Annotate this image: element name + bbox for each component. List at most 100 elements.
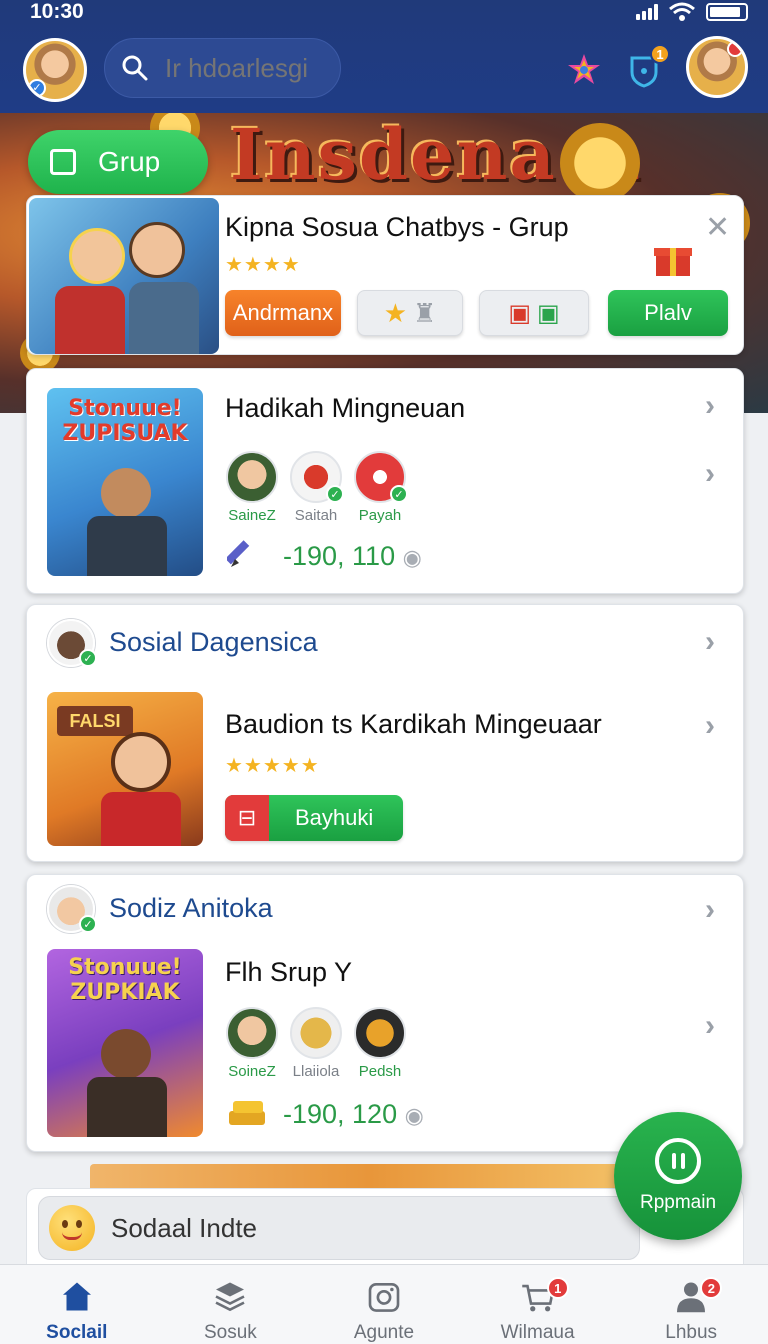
score-value: -190, 120 (283, 1099, 398, 1129)
nav-item-sosuk[interactable]: Sosuk (154, 1265, 308, 1344)
group-title: Hadikah Mingneuan (225, 393, 466, 423)
member-name: Llaiiola (292, 1063, 340, 1080)
section-action-label: Bayhuki (295, 805, 374, 830)
nav-label: Lhbus (665, 1322, 718, 1343)
coin-icon: ◉ (404, 1103, 424, 1128)
signal-icon (636, 4, 658, 20)
search-input[interactable] (165, 52, 335, 84)
member-item[interactable]: Llaiiola (287, 1007, 345, 1080)
character-body (129, 282, 199, 354)
rating-stars: ★★★★ (225, 254, 301, 276)
nav-label: Agunte (353, 1322, 415, 1343)
member-name: SoineZ (228, 1063, 276, 1080)
section-title: Sodiz Anitoka (109, 893, 273, 923)
search-icon (122, 55, 148, 81)
fab-label: Rppmain (639, 1192, 717, 1213)
character-image (101, 468, 151, 518)
chevron-right-icon[interactable]: › (705, 457, 715, 491)
nav-item-wilmaua[interactable]: 1 Wilmaua (461, 1265, 615, 1344)
group-button[interactable]: Grup (28, 130, 208, 194)
featured-thumbnail (29, 198, 219, 354)
coin-icon: ◉ (402, 545, 422, 570)
banner-strip (90, 1164, 650, 1190)
chevron-right-icon[interactable]: › (705, 389, 715, 423)
member-item[interactable]: ✓ Payah (351, 451, 409, 524)
bookmark-icon: ⊟ (225, 795, 269, 841)
chevron-right-icon[interactable]: › (705, 625, 715, 659)
gifts-button[interactable]: ▣ ▣ (479, 290, 589, 336)
section-title: Sosial Dagensica (109, 627, 318, 657)
search-bar[interactable] (104, 38, 341, 98)
nav-item-social[interactable]: Soclail (0, 1265, 154, 1344)
member-name: Saitah (294, 507, 338, 524)
character-body (87, 516, 167, 576)
status-bar: 10:30 (0, 0, 768, 26)
group-title: Flh Srup Y (225, 957, 353, 987)
coins-icon (229, 1101, 265, 1125)
featured-primary-button[interactable]: Andrmanx (225, 290, 341, 336)
close-icon[interactable]: ✕ (705, 210, 730, 245)
score-value: -190, 110 (283, 541, 396, 571)
member-avatar (354, 1007, 406, 1059)
member-item[interactable]: Pedsh (351, 1007, 409, 1080)
verified-badge-icon: ✓ (28, 79, 46, 97)
nav-label: Sosuk (203, 1322, 257, 1343)
notifications-button[interactable]: 1 (626, 44, 670, 92)
member-item[interactable]: ✓ Saitah (287, 451, 345, 524)
bottom-navigation: Soclail Sosuk Agunte 1 Wilmaua 2 Lhbus (0, 1264, 768, 1344)
group-icon (50, 149, 76, 175)
member-avatar (226, 451, 278, 503)
section-card[interactable]: ✓ Sodiz Anitoka › Stonuue! ZUPKIAK Flh S… (26, 874, 744, 1152)
group-button-label: Grup (98, 146, 161, 177)
notification-count-badge: 1 (650, 44, 670, 64)
social-indicator[interactable]: Sodaal Indte (38, 1196, 640, 1260)
member-item[interactable]: SaineZ (223, 451, 281, 524)
rating-stars: ★★★★★ (225, 755, 320, 777)
coin-decoration (560, 123, 640, 203)
home-icon (62, 1282, 91, 1311)
chat-icon (655, 1138, 701, 1184)
member-avatar (290, 1007, 342, 1059)
character-body (55, 286, 125, 354)
group-thumbnail: Stonuue! ZUPISUAK (47, 388, 203, 576)
profile-avatar[interactable] (686, 36, 748, 98)
smiley-icon (49, 1205, 95, 1251)
chevron-right-icon[interactable]: › (705, 1009, 715, 1043)
star-badge-icon[interactable] (566, 52, 602, 88)
character-body (87, 1077, 167, 1137)
group-card[interactable]: Stonuue! ZUPISUAK Hadikah Mingneuan › › … (26, 368, 744, 594)
user-avatar[interactable]: ✓ (23, 38, 87, 102)
nav-label: Soclail (46, 1322, 108, 1343)
play-button[interactable]: Plalv (608, 290, 728, 336)
online-check-icon: ✓ (326, 485, 344, 503)
chevron-right-icon[interactable]: › (705, 709, 715, 743)
featured-title: Kipna Sosua Chatbys - Grup (225, 212, 569, 242)
layers-icon (215, 1282, 245, 1312)
online-check-icon: ✓ (79, 915, 97, 933)
featured-group-card[interactable]: Kipna Sosua Chatbys - Grup ★★★★ ✕ Andrma… (26, 195, 744, 355)
member-avatar: ✓ (354, 451, 408, 503)
camera-icon (368, 1282, 400, 1312)
section-avatar: ✓ (47, 885, 97, 933)
member-name: Payah (358, 507, 402, 524)
character-image (101, 1029, 151, 1079)
floating-action-button[interactable]: Rppmain (614, 1112, 742, 1240)
wifi-icon (669, 2, 695, 21)
nav-item-lhbus[interactable]: 2 Lhbus (614, 1265, 768, 1344)
online-check-icon: ✓ (79, 649, 97, 667)
member-avatar: ✓ (290, 451, 344, 503)
character-image (69, 228, 125, 284)
member-item[interactable]: SoineZ (223, 1007, 281, 1080)
trophy-icon: ★ (383, 297, 407, 328)
chevron-right-icon[interactable]: › (705, 893, 715, 927)
thumbnail-text: Stonuue! ZUPISUAK (62, 396, 188, 446)
section-action-button[interactable]: ⊟ Bayhuki (225, 795, 403, 841)
gift-icon (654, 248, 692, 276)
nav-item-agunte[interactable]: Agunte (307, 1265, 461, 1344)
character-body (101, 792, 181, 846)
section-avatar: ✓ (47, 619, 97, 667)
member-avatar (226, 1007, 278, 1059)
section-card[interactable]: ✓ Sosial Dagensica › FALSI Baudion ts Ka… (26, 604, 744, 862)
trophy-button[interactable]: ★ ♜ (357, 290, 463, 336)
pencil-icon[interactable] (227, 535, 263, 571)
